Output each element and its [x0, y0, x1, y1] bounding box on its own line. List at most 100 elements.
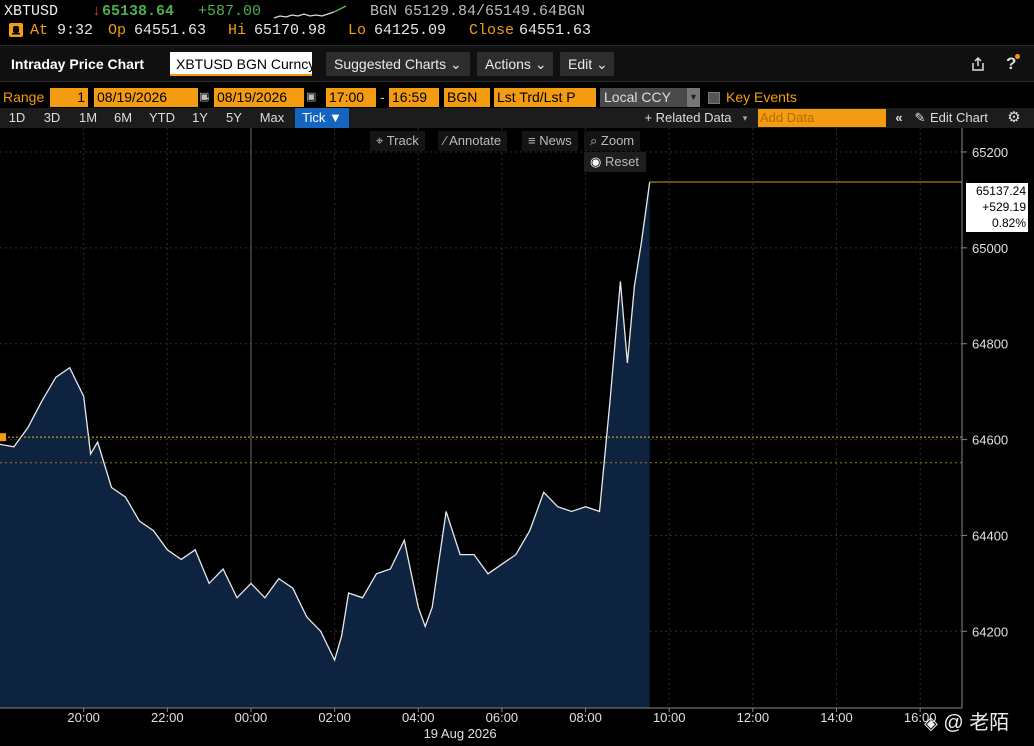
open-label: Op: [108, 22, 127, 39]
pen-icon: ∕: [444, 133, 447, 148]
magnifier-icon: ⌕: [590, 133, 598, 148]
collapse-icon[interactable]: «: [890, 108, 908, 128]
add-data-input[interactable]: Add Data: [758, 109, 886, 127]
gear-icon[interactable]: ⚙: [1004, 108, 1024, 128]
period-6m-button[interactable]: 6M: [108, 108, 138, 128]
add-data-placeholder: Add Data: [760, 110, 815, 125]
news-label: News: [539, 133, 572, 148]
time-start-input[interactable]: 17:00: [326, 88, 376, 107]
chevron-down-icon: ⌄: [449, 56, 462, 72]
track-button[interactable]: ⌖ Track: [370, 131, 425, 151]
date-start-input[interactable]: 08/19/2026: [94, 88, 198, 107]
key-events-label: Key Events: [726, 89, 797, 105]
x-tick-label: 04:00: [402, 710, 435, 725]
annotate-label: Annotate: [449, 133, 502, 148]
sparkline-icon: [273, 5, 347, 19]
period-3d-button[interactable]: 3D: [38, 108, 66, 128]
reset-icon: ◉: [590, 154, 602, 169]
ticker-symbol[interactable]: XBTUSD: [4, 3, 58, 20]
reset-label: Reset: [604, 154, 639, 169]
mode-dropdown[interactable]: Lst Trd/Lst P: [494, 88, 596, 107]
range-num-input[interactable]: 1: [50, 88, 88, 107]
security-input[interactable]: XBTUSD BGN Curncy: [170, 52, 312, 76]
period-5y-button[interactable]: 5Y: [220, 108, 248, 128]
x-tick-label: 22:00: [151, 710, 184, 725]
bell-icon[interactable]: [9, 23, 23, 37]
edit-chart-button[interactable]: Edit Chart: [930, 108, 1002, 128]
last-price-change: +529.19: [982, 200, 1026, 214]
zoom-label: Zoom: [600, 133, 635, 148]
period-1m-button[interactable]: 1M: [74, 108, 102, 128]
date-end-input[interactable]: 08/19/2026: [214, 88, 304, 107]
high-label: Hi: [228, 22, 247, 39]
period-ytd-button[interactable]: YTD: [144, 108, 180, 128]
low-label: Lo: [348, 22, 367, 39]
price-area: [0, 182, 650, 709]
crosshair-icon: ⌖: [376, 133, 384, 148]
range-bar: Range 1 08/19/2026 ▣ - 08/19/2026 ▣ 17:0…: [0, 88, 1034, 108]
page-title: Intraday Price Chart: [11, 56, 145, 72]
actions-label: Actions: [485, 56, 531, 72]
y-tick-label: 65200: [972, 145, 1008, 160]
edit-button[interactable]: Edit ⌄: [560, 52, 614, 76]
reset-button[interactable]: ◉ Reset: [584, 152, 646, 172]
key-events-checkbox[interactable]: [708, 92, 720, 104]
annotate-button[interactable]: ∕ Annotate: [438, 131, 508, 151]
y-tick-label: 64800: [972, 337, 1008, 352]
low-value: 64125.09: [374, 22, 447, 39]
range-label: Range: [3, 89, 45, 105]
high-value: 65170.98: [254, 22, 327, 39]
news-icon: ≡: [528, 133, 536, 148]
source-input[interactable]: BGN: [444, 88, 490, 107]
last-price: 65138.64: [102, 3, 175, 20]
y-tick-label: 64200: [972, 624, 1008, 639]
open-value: 64551.63: [134, 22, 207, 39]
x-tick-label: 14:00: [820, 710, 853, 725]
calendar-icon[interactable]: ▣: [306, 88, 316, 107]
x-tick-label: 10:00: [653, 710, 686, 725]
prev-close-marker: [0, 433, 6, 442]
y-tick-label: 65000: [972, 241, 1008, 256]
x-tick-label: 02:00: [318, 710, 351, 725]
ticker-bar: XBTUSD ↓ 65138.64 +587.00 BGN 65129.84/6…: [0, 0, 1034, 44]
zoom-button[interactable]: ⌕ Zoom: [584, 131, 641, 151]
at-label: At: [30, 22, 49, 39]
last-price-label: 65137.24 +529.19 0.82%: [966, 183, 1028, 232]
suggested-charts-button[interactable]: Suggested Charts ⌄: [326, 52, 470, 76]
x-date-label: 19 Aug 2026: [424, 726, 497, 741]
period-1y-button[interactable]: 1Y: [186, 108, 214, 128]
x-axis: 20:00 22:00 00:00 02:00 04:00 06:00 08:00 10:00…: [0, 707, 962, 741]
close-value: 64551.63: [519, 22, 592, 39]
period-1d-button[interactable]: 1D: [4, 108, 30, 128]
currency-label: Local CCY: [604, 89, 671, 105]
diamond-logo-icon: ◈: [924, 713, 938, 733]
y-tick-label: 64600: [972, 433, 1008, 448]
period-max-button[interactable]: Max: [254, 108, 290, 128]
currency-dropdown[interactable]: Local CCY: [600, 88, 700, 107]
date-separator: -: [205, 89, 210, 105]
suggested-charts-label: Suggested Charts: [334, 56, 447, 72]
export-icon[interactable]: [970, 56, 986, 72]
price-chart[interactable]: 65200 65000 64800 64600 64400 64200 20:00 22:0…: [0, 128, 1034, 746]
title-bar: Intraday Price Chart XBTUSD BGN Curncy S…: [0, 45, 1034, 82]
x-tick-label: 00:00: [235, 710, 268, 725]
x-tick-label: 20:00: [67, 710, 100, 725]
period-tick-button[interactable]: Tick ▼: [295, 108, 349, 128]
watermark: ◈ @ 老陌: [924, 706, 1009, 735]
actions-button[interactable]: Actions ⌄: [477, 52, 553, 76]
x-tick-label: 12:00: [737, 710, 770, 725]
news-button[interactable]: ≡ News: [522, 131, 578, 151]
chevron-down-icon: ⌄: [534, 56, 547, 72]
bid-ask: 65129.84/65149.64: [404, 3, 558, 20]
dropdown-arrow-icon[interactable]: ▼: [687, 88, 700, 107]
edit-label: Edit: [568, 56, 593, 72]
related-data-button[interactable]: + Related Data: [628, 108, 748, 128]
x-tick-label: 08:00: [569, 710, 602, 725]
last-price-value: 65137.24: [975, 184, 1026, 198]
chevron-down-icon: ⌄: [596, 56, 608, 72]
time-end-input[interactable]: 16:59: [389, 88, 439, 107]
chevron-down-icon: ▾: [742, 113, 748, 123]
x-tick-label: 06:00: [486, 710, 519, 725]
pencil-icon: ✎: [914, 110, 926, 125]
help-badge: [1015, 54, 1020, 59]
